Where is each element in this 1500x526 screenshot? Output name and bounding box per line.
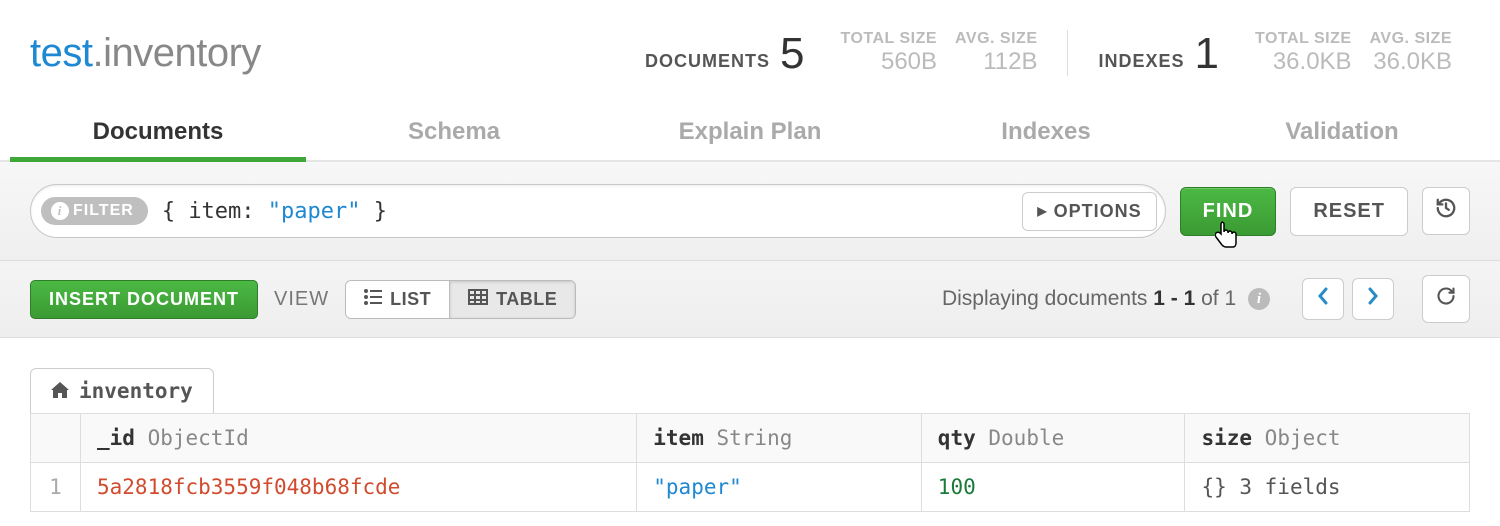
tab-documents[interactable]: Documents	[10, 104, 306, 160]
pager	[1302, 278, 1394, 320]
tab-schema[interactable]: Schema	[306, 104, 602, 160]
filter-input[interactable]: i FILTER { item: "paper" } ▶ OPTIONS	[30, 184, 1166, 238]
tab-explain[interactable]: Explain Plan	[602, 104, 898, 160]
home-icon	[51, 379, 69, 403]
col-item[interactable]: item String	[637, 414, 922, 463]
table-row[interactable]: 1 5a2818fcb3559f048b68fcde "paper" 100 {…	[31, 463, 1470, 512]
list-icon	[364, 289, 382, 310]
refresh-icon	[1436, 286, 1456, 312]
indexes-count: 1	[1195, 32, 1219, 76]
indexes-stat: INDEXES 1 TOTAL SIZE 36.0KB AVG. SIZE 36…	[1080, 30, 1470, 76]
indexes-total-size: TOTAL SIZE 36.0KB	[1255, 30, 1352, 76]
find-button[interactable]: FIND	[1180, 187, 1277, 236]
refresh-button[interactable]	[1422, 275, 1470, 323]
action-bar: INSERT DOCUMENT VIEW LIST TABLE Displayi…	[0, 261, 1500, 338]
chevron-right-icon	[1367, 287, 1379, 311]
documents-label: DOCUMENTS	[645, 51, 770, 76]
view-toggle: LIST TABLE	[345, 280, 576, 319]
cell-id: 5a2818fcb3559f048b68fcde	[81, 463, 637, 512]
history-icon	[1435, 197, 1457, 225]
insert-document-button[interactable]: INSERT DOCUMENT	[30, 280, 258, 319]
prev-page-button[interactable]	[1302, 278, 1344, 320]
db-name: test	[30, 31, 92, 75]
chevron-left-icon	[1317, 287, 1329, 311]
tabs: Documents Schema Explain Plan Indexes Va…	[0, 104, 1500, 162]
cell-size: {} 3 fields	[1185, 463, 1470, 512]
view-label: VIEW	[274, 288, 329, 311]
documents-count: 5	[780, 32, 804, 76]
tab-indexes[interactable]: Indexes	[898, 104, 1194, 160]
cell-rownum: 1	[31, 463, 81, 512]
results-table: _id ObjectId item String qty Double size…	[30, 413, 1470, 512]
filter-text[interactable]: { item: "paper" }	[148, 199, 1023, 224]
col-id[interactable]: _id ObjectId	[81, 414, 637, 463]
cursor-hand-icon	[1215, 220, 1241, 257]
collection-name: inventory	[103, 31, 261, 75]
view-list-button[interactable]: LIST	[346, 281, 449, 318]
query-bar: i FILTER { item: "paper" } ▶ OPTIONS FIN…	[0, 162, 1500, 261]
stats-bar: DOCUMENTS 5 TOTAL SIZE 560B AVG. SIZE 11…	[627, 30, 1470, 76]
namespace-title: test.inventory	[30, 31, 261, 76]
col-rownum	[31, 414, 81, 463]
table-header-row: _id ObjectId item String qty Double size…	[31, 414, 1470, 463]
tab-validation[interactable]: Validation	[1194, 104, 1490, 160]
cell-item: "paper"	[637, 463, 922, 512]
documents-avg-size: AVG. SIZE 112B	[955, 30, 1037, 76]
history-button[interactable]	[1422, 187, 1470, 235]
next-page-button[interactable]	[1352, 278, 1394, 320]
col-size[interactable]: size Object	[1185, 414, 1470, 463]
cell-qty: 100	[921, 463, 1185, 512]
breadcrumb[interactable]: inventory	[30, 368, 214, 413]
displaying-text: Displaying documents 1 - 1 of 1 i	[942, 287, 1270, 311]
info-icon: i	[51, 202, 69, 220]
reset-button[interactable]: RESET	[1290, 187, 1408, 236]
options-button[interactable]: ▶ OPTIONS	[1022, 192, 1156, 231]
filter-pill: i FILTER	[41, 197, 148, 225]
documents-total-size: TOTAL SIZE 560B	[840, 30, 937, 76]
view-table-button[interactable]: TABLE	[449, 281, 575, 318]
caret-right-icon: ▶	[1037, 204, 1047, 218]
table-icon	[468, 289, 488, 310]
info-icon: i	[1248, 288, 1270, 310]
indexes-avg-size: AVG. SIZE 36.0KB	[1370, 30, 1452, 76]
col-qty[interactable]: qty Double	[921, 414, 1185, 463]
documents-stat: DOCUMENTS 5 TOTAL SIZE 560B AVG. SIZE 11…	[627, 30, 1068, 76]
indexes-label: INDEXES	[1098, 51, 1184, 76]
